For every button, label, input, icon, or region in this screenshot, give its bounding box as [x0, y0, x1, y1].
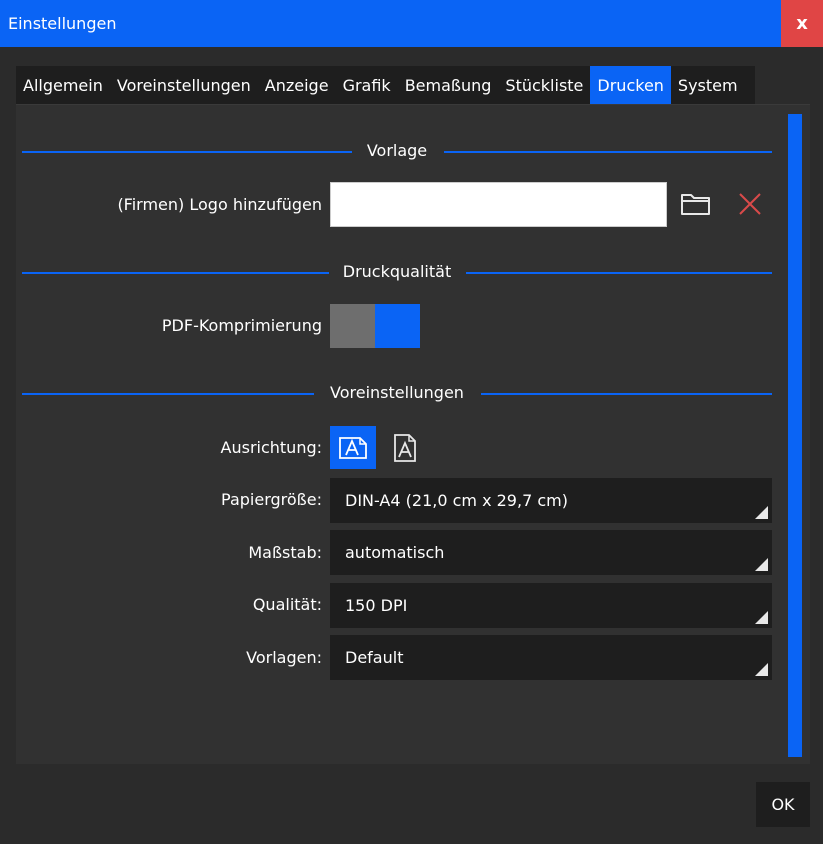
orientation-portrait-icon: [394, 433, 416, 462]
orientation-landscape-button[interactable]: [330, 426, 376, 469]
orientation-portrait-button[interactable]: [382, 426, 428, 469]
ok-button[interactable]: OK: [756, 782, 810, 827]
section-druckqualitaet: Druckqualität: [22, 262, 772, 284]
paper-size-value: DIN-A4 (21,0 cm x 29,7 cm): [345, 491, 568, 510]
dropdown-arrow-icon: [755, 558, 768, 571]
quality-value: 150 DPI: [345, 596, 408, 615]
tab-grafik[interactable]: Grafik: [336, 66, 398, 104]
tab-drucken[interactable]: Drucken: [590, 66, 671, 104]
templates-label: Vorlagen:: [246, 648, 322, 667]
section-title-voreinstellungen: Voreinstellungen: [316, 383, 478, 402]
paper-size-label: Papiergröße:: [221, 490, 322, 509]
tab-voreinstellungen[interactable]: Voreinstellungen: [110, 66, 258, 104]
orientation-label: Ausrichtung:: [220, 438, 322, 457]
tab-stueckliste[interactable]: Stückliste: [498, 66, 590, 104]
tab-anzeige[interactable]: Anzeige: [258, 66, 336, 104]
logo-input[interactable]: [330, 182, 667, 227]
window-title: Einstellungen: [8, 14, 117, 33]
toggle-off-part: [330, 304, 375, 348]
quality-select[interactable]: 150 DPI: [330, 583, 772, 628]
pdf-compression-toggle[interactable]: [330, 304, 420, 348]
close-icon[interactable]: [736, 190, 764, 218]
logo-label: (Firmen) Logo hinzufügen: [117, 195, 322, 214]
pdf-compression-label: PDF-Komprimierung: [161, 316, 322, 335]
orientation-landscape-icon: [339, 436, 367, 459]
section-title-druckqualitaet: Druckqualität: [328, 262, 466, 281]
section-vorlage: Vorlage: [22, 141, 772, 163]
quality-label: Qualität:: [252, 595, 322, 614]
templates-select[interactable]: Default: [330, 635, 772, 680]
title-bar: Einstellungen: [0, 0, 823, 47]
scale-label: Maßstab:: [248, 543, 322, 562]
tab-bemassung[interactable]: Bemaßung: [398, 66, 499, 104]
templates-value: Default: [345, 648, 404, 667]
section-voreinstellungen: Voreinstellungen: [22, 383, 772, 405]
section-title-vorlage: Vorlage: [352, 141, 442, 160]
folder-icon[interactable]: [680, 190, 712, 218]
close-button[interactable]: x: [781, 0, 823, 47]
dropdown-arrow-icon: [755, 611, 768, 624]
tab-system[interactable]: System: [671, 66, 745, 104]
toggle-on-part: [375, 304, 420, 348]
tab-allgemein[interactable]: Allgemein: [16, 66, 110, 104]
scrollbar[interactable]: [788, 114, 802, 757]
dropdown-arrow-icon: [755, 663, 768, 676]
dropdown-arrow-icon: [755, 506, 768, 519]
paper-size-select[interactable]: DIN-A4 (21,0 cm x 29,7 cm): [330, 478, 772, 523]
tab-bar: Allgemein Voreinstellungen Anzeige Grafi…: [16, 66, 755, 104]
scale-select[interactable]: automatisch: [330, 530, 772, 575]
scale-value: automatisch: [345, 543, 445, 562]
